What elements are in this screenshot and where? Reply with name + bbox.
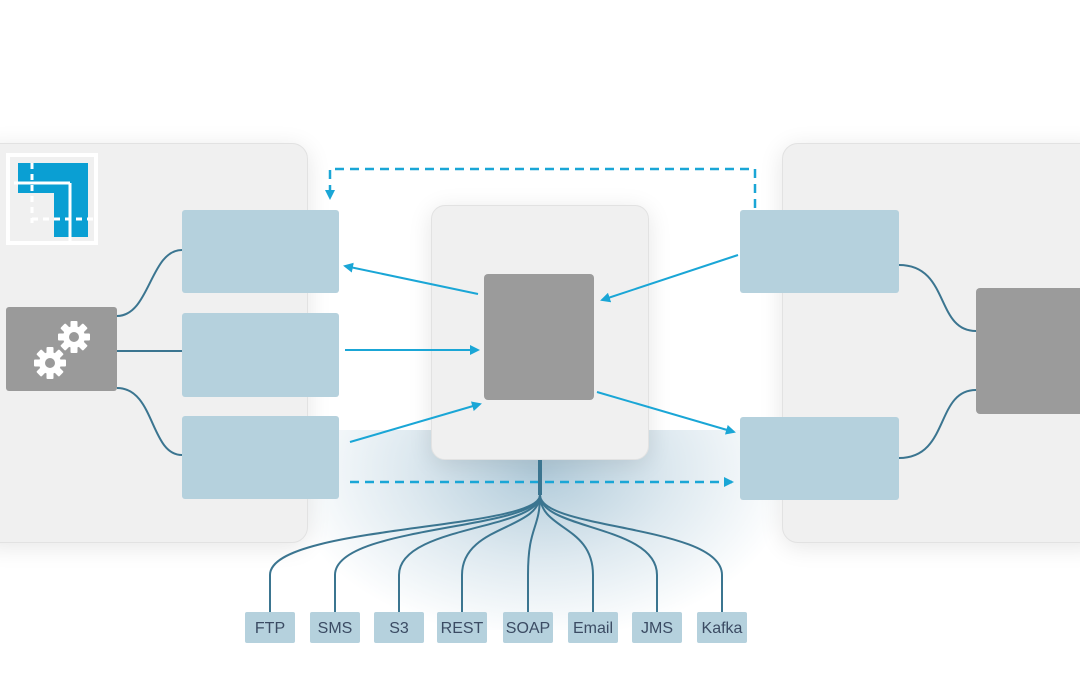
- connector-core-rest-client: [116, 387, 183, 456]
- dashed-arrow-outbound-to-cloud-api: [325, 167, 757, 208]
- connector-gateway-kafka: [539, 494, 723, 612]
- arrow-rest-client-to-gateway: [349, 401, 482, 443]
- connector-gateway-ftp: [269, 494, 541, 612]
- arrow-outbound-to-gateway: [600, 254, 739, 303]
- arrow-gateway-to-api: [596, 391, 736, 435]
- connector-core-cloud-api: [116, 249, 183, 317]
- connector-gateway-email: [539, 494, 594, 612]
- connector-overlay: [116, 167, 977, 612]
- arrow-gateway-to-cloud-api: [343, 262, 479, 295]
- connector-gateway-jms: [539, 494, 658, 612]
- connector-outbound-logic: [898, 264, 977, 332]
- connector-api-logic: [898, 389, 977, 459]
